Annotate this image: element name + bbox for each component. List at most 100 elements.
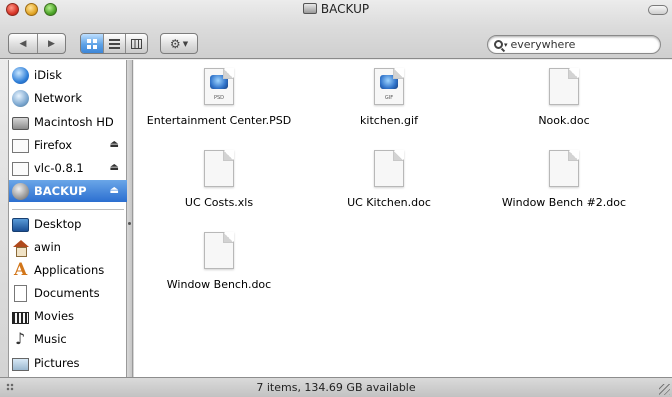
music-icon	[12, 329, 29, 348]
file-item[interactable]: UC Costs.xls	[134, 150, 304, 209]
sidebar-item-network[interactable]: Network	[9, 87, 127, 109]
window-title: BACKUP	[0, 2, 672, 16]
forward-button[interactable]: ▶	[37, 34, 65, 53]
window-toolbar: BACKUP ◀ ▶ ⚙ ▼ ▾ everywhere	[0, 0, 672, 59]
image-preview-icon	[210, 75, 228, 89]
chevron-down-icon: ▾	[504, 40, 508, 49]
splitter-handle-icon	[128, 222, 131, 225]
document-icon	[549, 150, 579, 187]
sidebar-item-pictures[interactable]: Pictures	[9, 352, 127, 374]
file-type-tag: PSD	[213, 95, 225, 101]
status-bar: 7 items, 134.69 GB available	[0, 377, 672, 397]
document-icon	[204, 232, 234, 269]
chevron-down-icon: ▼	[182, 39, 189, 48]
document-icon	[549, 68, 579, 105]
eject-icon[interactable]: ⏏	[110, 162, 119, 173]
sidebar-item-label: Firefox	[34, 138, 73, 152]
idisk-icon	[12, 66, 29, 84]
file-item[interactable]: Window Bench #2.doc	[479, 150, 649, 209]
gear-icon: ⚙	[169, 36, 181, 51]
file-name: kitchen.gif	[360, 114, 418, 127]
disk-icon	[302, 3, 317, 14]
back-arrow-icon: ◀	[19, 38, 27, 49]
back-button[interactable]: ◀	[9, 34, 37, 53]
sidebar-item-label: Music	[34, 332, 67, 346]
list-view-icon	[108, 38, 120, 49]
applications-icon	[12, 260, 29, 280]
file-name: UC Kitchen.doc	[347, 196, 431, 209]
column-view-icon	[130, 38, 142, 49]
sidebar-item-awin[interactable]: awin	[9, 236, 127, 258]
file-item[interactable]: PSD Entertainment Center.PSD	[134, 68, 304, 127]
disk-image-icon	[12, 162, 29, 176]
sidebar-item-label: Pictures	[34, 356, 80, 370]
file-item[interactable]: GIF kitchen.gif	[304, 68, 474, 127]
psd-file-icon: PSD	[204, 68, 234, 105]
action-menu-button[interactable]: ⚙ ▼	[160, 33, 198, 54]
window-resize-icon[interactable]	[659, 384, 670, 395]
back-forward-control: ◀ ▶	[8, 33, 66, 54]
sidebar: iDisk Network Macintosh HD Firefox ⏏ vlc-…	[8, 60, 127, 377]
sidebar-resize-grip-icon[interactable]	[6, 383, 14, 391]
forward-arrow-icon: ▶	[48, 38, 55, 49]
desktop-icon	[12, 218, 29, 232]
sidebar-item-vlc[interactable]: vlc-0.8.1 ⏏	[9, 157, 127, 179]
file-name: Window Bench #2.doc	[501, 196, 627, 209]
sidebar-divider	[12, 209, 124, 210]
search-icon	[494, 40, 503, 49]
sidebar-item-firefox[interactable]: Firefox ⏏	[9, 134, 127, 156]
toolbar-toggle-button[interactable]	[648, 5, 668, 15]
sidebar-item-label: iDisk	[34, 68, 62, 82]
image-preview-icon	[380, 75, 398, 89]
sidebar-item-applications[interactable]: Applications	[9, 259, 127, 281]
sidebar-item-movies[interactable]: Movies	[9, 305, 127, 327]
search-field[interactable]: ▾ everywhere	[487, 35, 661, 54]
sidebar-item-desktop[interactable]: Desktop	[9, 213, 127, 235]
movies-icon	[12, 311, 29, 324]
sidebar-item-label: BACKUP	[34, 184, 87, 198]
sidebar-item-backup[interactable]: BACKUP ⏏	[9, 180, 127, 202]
file-name: Entertainment Center.PSD	[146, 114, 292, 127]
sidebar-item-macintosh-hd[interactable]: Macintosh HD	[9, 111, 127, 133]
sidebar-item-label: Applications	[34, 263, 105, 277]
finder-window: BACKUP ◀ ▶ ⚙ ▼ ▾ everywhere iDisk Networ…	[0, 0, 672, 397]
list-view-button[interactable]	[103, 34, 125, 53]
sidebar-item-label: Macintosh HD	[34, 115, 114, 129]
icon-view-icon	[87, 38, 97, 49]
sidebar-item-label: vlc-0.8.1	[34, 161, 84, 175]
sidebar-item-label: Desktop	[34, 217, 82, 231]
file-browser: PSD Entertainment Center.PSD GIF kitchen…	[134, 60, 672, 377]
search-input[interactable]: everywhere	[511, 38, 576, 51]
pictures-icon	[12, 357, 29, 371]
document-icon	[374, 150, 404, 187]
eject-icon[interactable]: ⏏	[110, 185, 119, 196]
sidebar-item-documents[interactable]: Documents	[9, 282, 127, 304]
file-name: Window Bench.doc	[166, 278, 272, 291]
sidebar-item-idisk[interactable]: iDisk	[9, 64, 127, 86]
sidebar-item-music[interactable]: Music	[9, 328, 127, 350]
sidebar-item-label: Movies	[34, 309, 75, 323]
hard-disk-icon	[12, 116, 29, 130]
sidebar-splitter[interactable]	[127, 60, 133, 377]
backup-disk-icon	[12, 182, 29, 200]
icon-view-button[interactable]	[81, 34, 103, 53]
window-title-label: BACKUP	[320, 2, 370, 16]
eject-icon[interactable]: ⏏	[110, 139, 119, 150]
document-icon	[204, 150, 234, 187]
file-item[interactable]: Window Bench.doc	[134, 232, 304, 291]
file-item[interactable]: UC Kitchen.doc	[304, 150, 474, 209]
status-text: 7 items, 134.69 GB available	[256, 381, 416, 394]
column-view-button[interactable]	[124, 34, 147, 53]
home-icon	[12, 238, 29, 257]
network-icon	[12, 89, 29, 107]
file-name: Nook.doc	[538, 114, 590, 127]
file-item[interactable]: Nook.doc	[479, 68, 649, 127]
sidebar-item-label: Documents	[34, 286, 100, 300]
file-name: UC Costs.xls	[184, 196, 254, 209]
file-type-tag: GIF	[384, 95, 394, 101]
gif-file-icon: GIF	[374, 68, 404, 105]
documents-icon	[14, 284, 27, 302]
disk-image-icon	[12, 139, 29, 153]
sidebar-item-label: Network	[34, 91, 83, 105]
sidebar-item-label: awin	[34, 240, 61, 254]
